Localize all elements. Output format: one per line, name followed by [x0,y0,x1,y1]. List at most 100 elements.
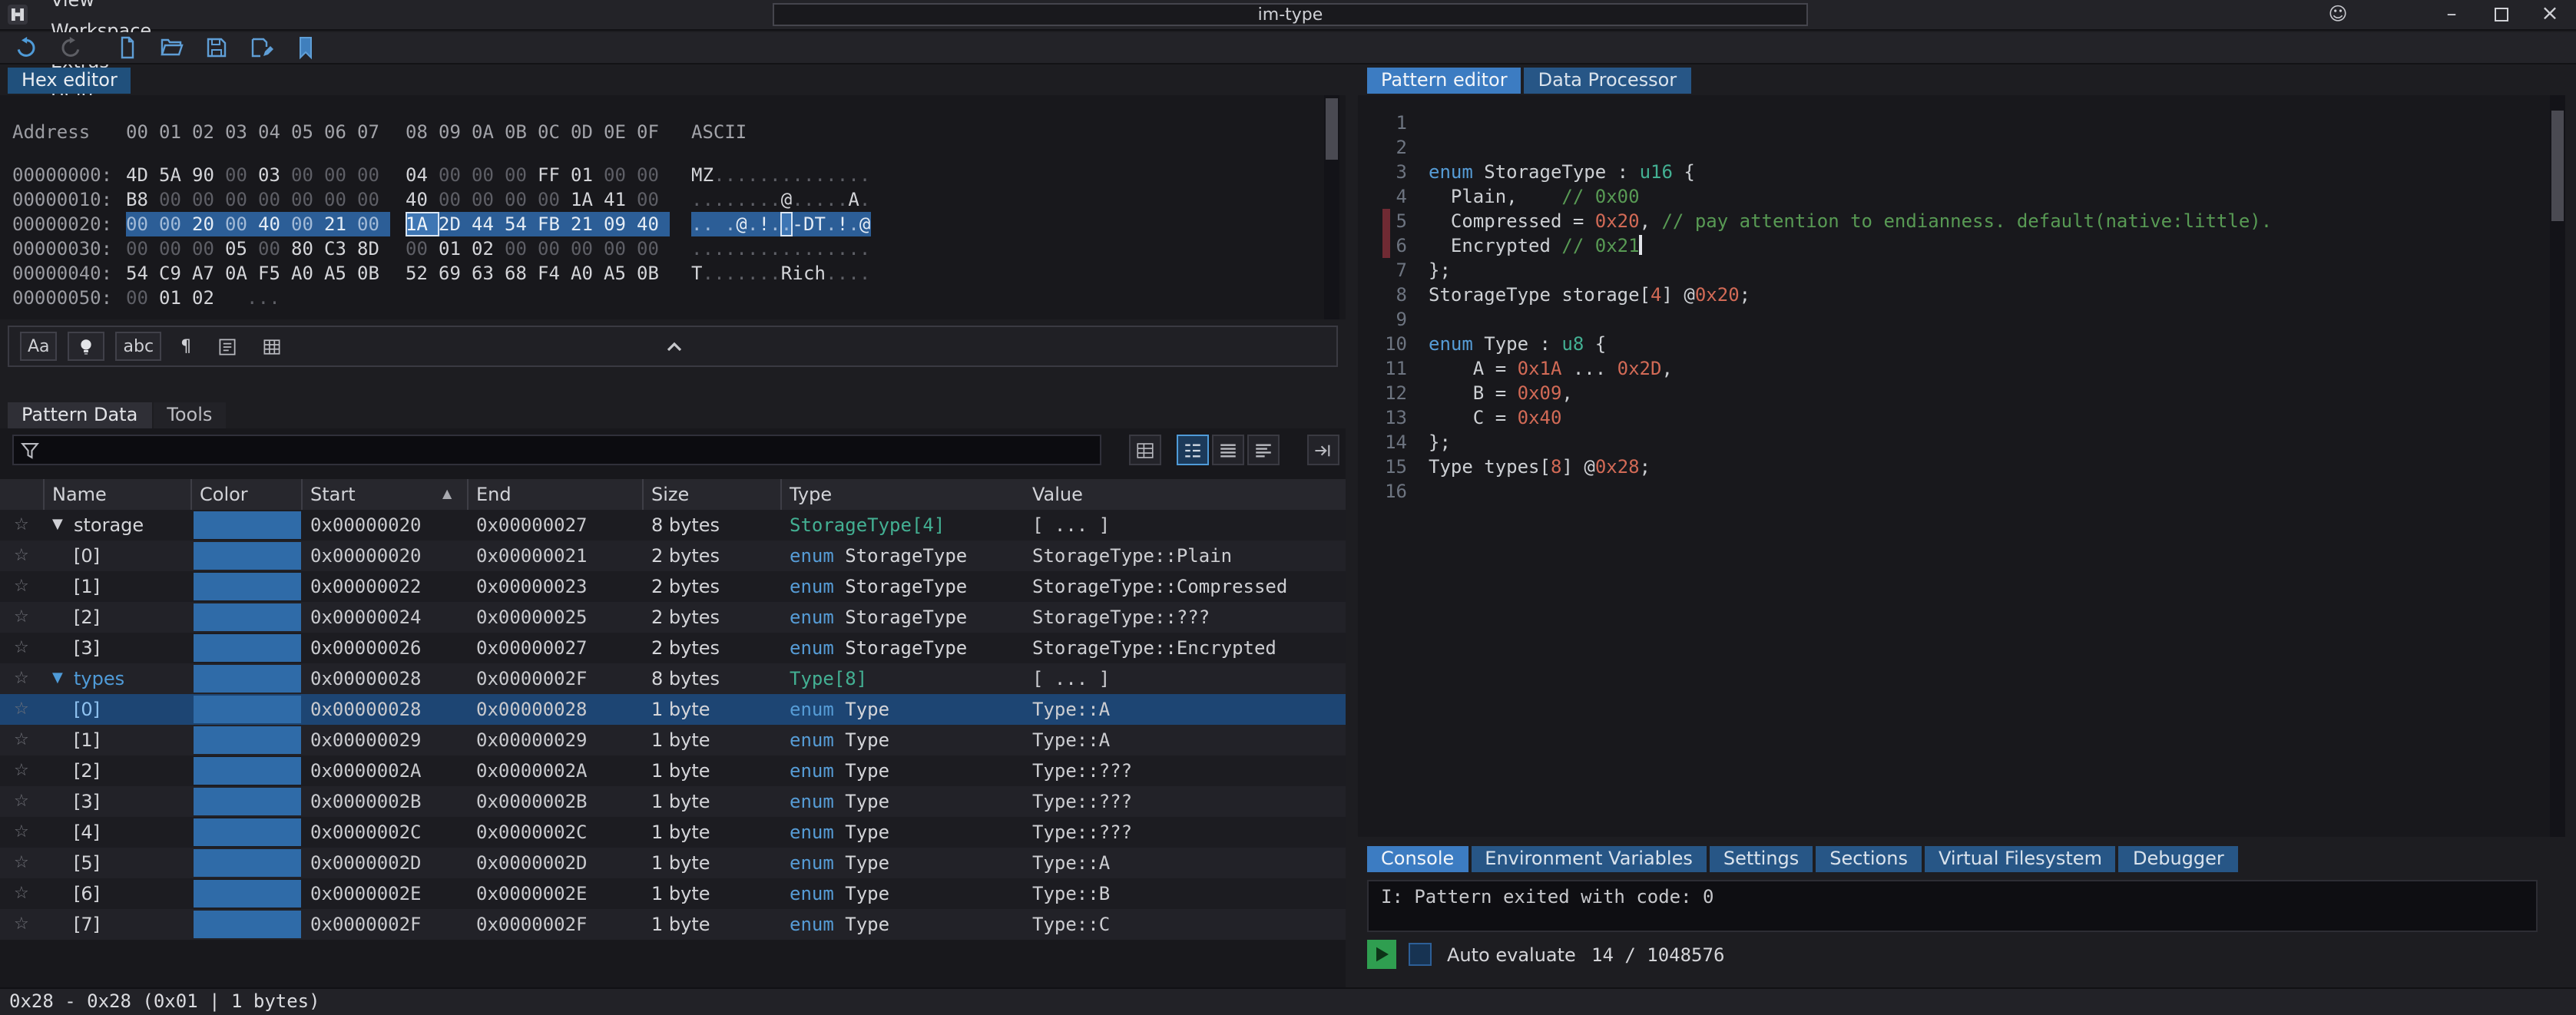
table-view-button[interactable] [1129,435,1161,465]
favorite-star-icon[interactable]: ☆ [14,909,29,940]
hex-byte[interactable]: 00 [357,187,390,212]
hex-ascii-char[interactable]: . [826,261,837,286]
hex-byte[interactable]: 00 [604,236,637,261]
tab-pattern-editor[interactable]: Pattern editor [1367,68,1521,94]
hex-ascii-char[interactable]: . [826,163,837,187]
column-header-type[interactable]: Type [790,479,832,510]
evaluate-play-button[interactable] [1367,940,1396,969]
hex-ascii-char[interactable]: h [815,261,826,286]
collapse-button[interactable] [661,333,688,361]
hex-ascii-char[interactable]: . [747,163,759,187]
pattern-table-row[interactable]: ☆[7]0x0000002F0x0000002F1 byteType::Cenu… [0,909,1346,940]
hex-ascii-char[interactable]: . [725,236,737,261]
hex-byte[interactable]: 00 [291,212,324,236]
auto-evaluate-checkbox[interactable] [1409,943,1432,966]
column-header-start[interactable]: Start [310,479,356,510]
pattern-color-swatch[interactable] [194,511,301,539]
hex-ascii-char[interactable]: R [781,261,793,286]
editor-scrollbar[interactable] [2550,95,2565,837]
hex-byte[interactable]: 52 [406,261,439,286]
hex-ascii-char[interactable]: . [747,212,759,236]
hex-ascii-char[interactable]: . [725,212,737,236]
hex-byte[interactable]: 00 [225,163,258,187]
hex-byte[interactable]: 00 [324,163,357,187]
hex-byte[interactable]: 00 [357,212,390,236]
hex-byte[interactable]: 1A [406,212,439,236]
hex-ascii-char[interactable]: . [714,261,725,286]
hex-ascii-char[interactable]: M [691,163,703,187]
new-file-button[interactable] [114,34,141,61]
favorite-star-icon[interactable]: ☆ [14,541,29,571]
favorite-star-icon[interactable]: ☆ [14,602,29,633]
hex-byte[interactable]: 00 [637,236,670,261]
hex-byte[interactable]: 21 [324,212,357,236]
favorite-star-icon[interactable]: ☆ [14,817,29,848]
hex-ascii-char[interactable]: . [848,163,859,187]
hex-byte[interactable]: 00 [472,187,505,212]
hex-byte[interactable]: 1A [571,187,604,212]
hex-ascii-char[interactable]: . [747,187,759,212]
jump-to-button[interactable] [1307,435,1339,465]
hex-scrollbar[interactable] [1324,95,1339,319]
bulb-button[interactable] [68,332,105,361]
hex-byte[interactable]: 04 [406,163,439,187]
hex-byte[interactable]: 00 [159,236,192,261]
expand-caret-icon[interactable]: ▼ [52,663,63,694]
hex-ascii-char[interactable]: . [848,212,859,236]
favorite-star-icon[interactable]: ☆ [14,510,29,541]
favorite-star-icon[interactable]: ☆ [14,725,29,755]
tab-settings[interactable]: Settings [1710,846,1813,872]
column-header-name[interactable]: Name [52,479,107,510]
pattern-table-row[interactable]: ☆[0]0x000000200x000000212 bytesStorageTy… [0,541,1346,571]
hex-ascii-char[interactable]: . [837,261,849,286]
hex-ascii-char[interactable]: . [691,212,703,236]
ascii-toggle-button[interactable]: abc [116,332,162,361]
tree-view-button[interactable] [1177,435,1209,465]
pattern-color-swatch[interactable] [194,818,301,846]
tab-sections[interactable]: Sections [1816,846,1922,872]
hex-ascii-char[interactable]: . [770,261,781,286]
favorite-star-icon[interactable]: ☆ [14,571,29,602]
hex-byte[interactable]: FF [538,163,571,187]
hex-byte[interactable]: 00 [406,236,439,261]
hex-ascii-char[interactable]: . [736,187,747,212]
hex-byte[interactable]: A7 [192,261,225,286]
menu-item-view[interactable]: View [37,0,165,15]
favorite-star-icon[interactable]: ☆ [14,663,29,694]
flat-view-button[interactable] [1212,435,1244,465]
pattern-table-row[interactable]: ☆[3]0x0000002B0x0000002B1 byteType::???e… [0,786,1346,817]
tab-virtual-filesystem[interactable]: Virtual Filesystem [1925,846,2116,872]
hex-byte[interactable]: 00 [258,187,291,212]
hex-ascii-char[interactable]: . [770,163,781,187]
hex-ascii-char[interactable]: . [781,212,793,236]
hex-byte[interactable]: 69 [439,261,472,286]
hex-byte[interactable]: 2D [439,212,472,236]
pattern-color-swatch[interactable] [194,849,301,877]
text-view-button[interactable] [1247,435,1280,465]
hex-ascii-char[interactable] [714,212,725,236]
pattern-color-swatch[interactable] [194,573,301,600]
hex-scrollbar-thumb[interactable] [1326,98,1338,160]
hex-ascii-char[interactable]: . [747,261,759,286]
hex-byte[interactable]: 5A [159,163,192,187]
paragraph-button[interactable]: ¶ [172,332,200,361]
expand-caret-icon[interactable]: ▼ [52,510,63,541]
undo-button[interactable] [12,34,40,61]
hex-byte[interactable]: 40 [406,187,439,212]
hex-ascii-char[interactable]: A [848,187,859,212]
hex-byte[interactable]: 02 [472,236,505,261]
tab-tools[interactable]: Tools [153,402,226,428]
hex-byte[interactable]: 44 [472,212,505,236]
hex-ascii-char[interactable]: i [792,261,803,286]
hex-byte[interactable]: 63 [472,261,505,286]
favorite-star-icon[interactable]: ☆ [14,878,29,909]
hex-ascii-char[interactable]: . [826,187,837,212]
hex-byte[interactable]: B8 [126,187,159,212]
tab-console[interactable]: Console [1367,846,1468,872]
bookmark-button[interactable] [292,34,320,61]
hex-byte[interactable]: 00 [637,163,670,187]
hex-byte[interactable]: 00 [505,163,538,187]
hex-ascii-char[interactable]: . [703,212,714,236]
pattern-table-row[interactable]: ☆▼types0x000000280x0000002F8 bytes[ ... … [0,663,1346,694]
hex-byte[interactable]: 0B [637,261,670,286]
